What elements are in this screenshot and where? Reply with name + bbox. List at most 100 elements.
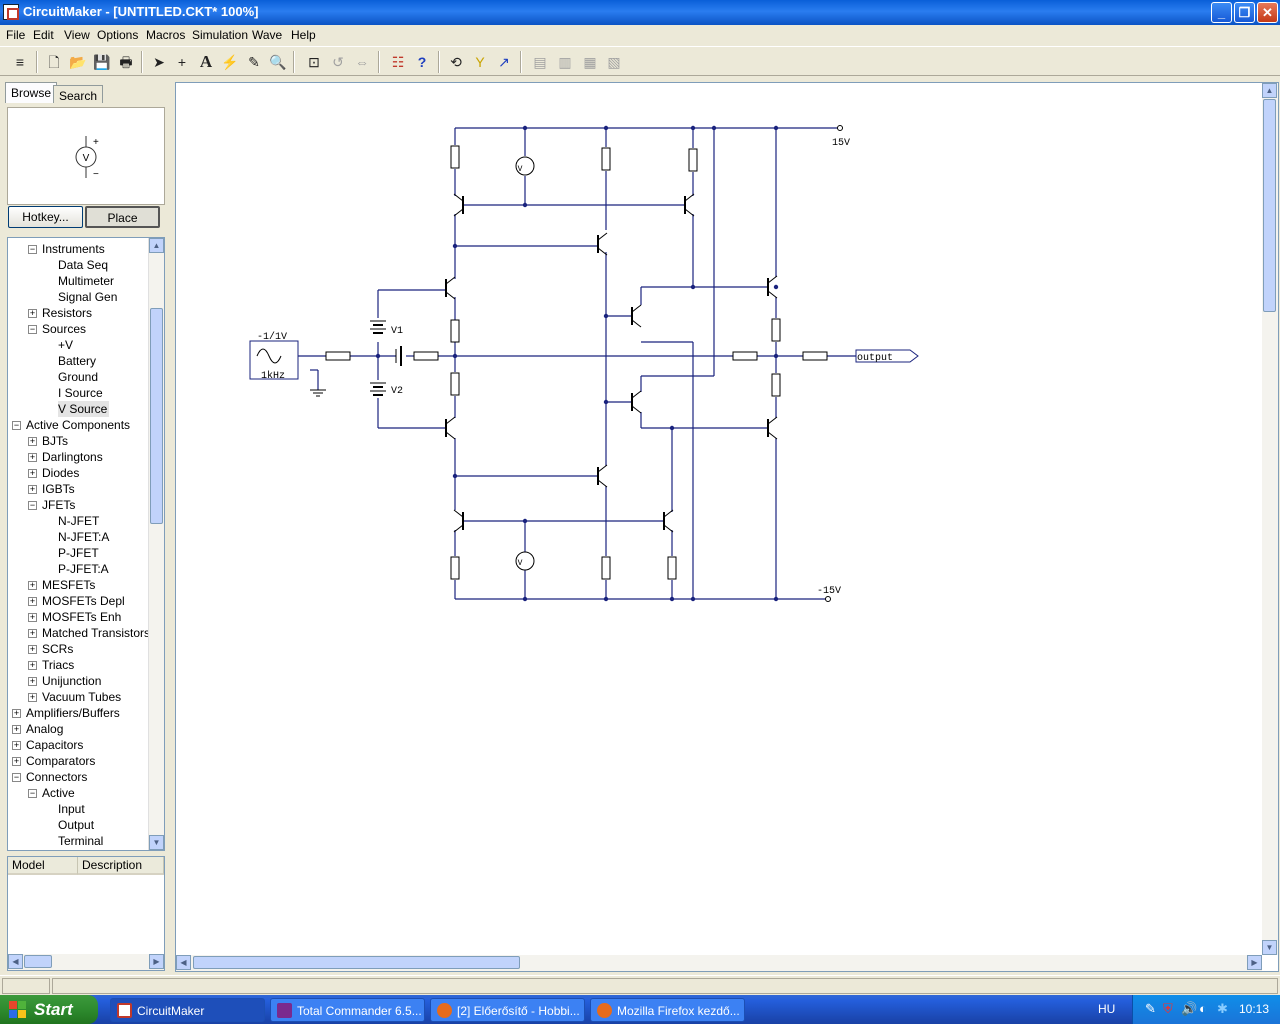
tree-item[interactable]: Vacuum Tubes — [42, 689, 123, 705]
scroll-thumb[interactable] — [1263, 99, 1276, 312]
tree-item[interactable]: Diodes — [42, 465, 81, 481]
tree-item[interactable]: MOSFETs Enh — [42, 609, 123, 625]
tree-item[interactable]: N-JFET:A — [58, 529, 111, 545]
tree-item[interactable]: +V — [58, 337, 75, 353]
tree-item[interactable]: Data Seq — [58, 257, 110, 273]
expand-icon[interactable]: + — [28, 645, 37, 654]
menu-macros[interactable]: Macros — [146, 28, 185, 42]
close-button[interactable]: ✕ — [1257, 2, 1278, 23]
expand-icon[interactable]: + — [28, 661, 37, 670]
tree-item[interactable]: BJTs — [42, 433, 70, 449]
expand-icon[interactable]: + — [28, 437, 37, 446]
tree-item[interactable]: V Source — [58, 401, 110, 417]
tree-item[interactable]: JFETs — [42, 497, 77, 513]
transistor[interactable] — [684, 193, 695, 217]
expand-icon[interactable]: + — [28, 309, 37, 318]
collapse-icon[interactable]: − — [28, 789, 37, 798]
column-model[interactable]: Model — [8, 857, 78, 875]
scroll-thumb[interactable] — [150, 308, 163, 524]
tree-item[interactable]: Comparators — [26, 753, 97, 769]
expand-icon[interactable]: + — [28, 597, 37, 606]
collapse-icon[interactable]: − — [28, 325, 37, 334]
transistor[interactable] — [445, 416, 456, 440]
menu-help[interactable]: Help — [291, 28, 316, 42]
tree-item[interactable]: Analog — [26, 721, 65, 737]
pen-tool-icon[interactable]: ✎ — [244, 52, 264, 72]
tree-item[interactable]: Battery — [58, 353, 98, 369]
scroll-down-icon[interactable]: ▼ — [149, 835, 164, 850]
battery-icon[interactable] — [370, 320, 386, 334]
tree-item[interactable]: Resistors — [42, 305, 94, 321]
language-indicator[interactable]: HU — [1098, 1002, 1115, 1016]
print-icon[interactable]: 🖶 — [116, 52, 136, 72]
clock[interactable]: 10:13 — [1239, 1002, 1269, 1016]
help-icon[interactable]: ? — [412, 52, 432, 72]
tree-item[interactable]: Matched Transistors — [42, 625, 152, 641]
probe-tool-icon[interactable]: ⚡ — [220, 52, 240, 72]
table-hscrollbar[interactable]: ◀ ▶ — [8, 954, 164, 970]
tree-item[interactable]: Output — [58, 817, 96, 833]
expand-icon[interactable]: + — [28, 677, 37, 686]
schematic-canvas[interactable]: -1/1V 1kHz V1 V2 15V -15V output V V ▲ ▼… — [175, 82, 1279, 972]
task-firefox-hobbi[interactable]: [2] Előerősítő - Hobbi... — [430, 998, 585, 1022]
battery-icon[interactable] — [370, 382, 386, 396]
tree-item[interactable]: SCRs — [42, 641, 75, 657]
open-folder-icon[interactable]: 📂 — [68, 52, 88, 72]
transistor[interactable] — [767, 416, 778, 440]
collapse-icon[interactable]: − — [28, 245, 37, 254]
collapse-icon[interactable]: − — [12, 773, 21, 782]
tree-item[interactable]: MESFETs — [42, 577, 97, 593]
rotate-icon[interactable]: ↺ — [328, 52, 348, 72]
step-icon[interactable]: Y — [470, 52, 490, 72]
transistor[interactable] — [453, 193, 464, 217]
schematic-drawing[interactable]: -1/1V 1kHz V1 V2 15V -15V output V V — [176, 83, 1278, 971]
column-description[interactable]: Description — [78, 857, 164, 875]
tree-item[interactable]: N-JFET — [58, 513, 101, 529]
design-check-icon[interactable]: ☷ — [388, 52, 408, 72]
menu-edit[interactable]: Edit — [33, 28, 54, 42]
expand-icon[interactable]: + — [12, 709, 21, 718]
scroll-left-icon[interactable]: ◀ — [176, 955, 191, 970]
tree-item[interactable]: Connectors — [26, 769, 89, 785]
tree-item[interactable]: IGBTs — [42, 481, 77, 497]
task-circuitmaker[interactable]: CircuitMaker — [110, 998, 265, 1022]
expand-icon[interactable]: + — [28, 485, 37, 494]
app-icon[interactable] — [3, 4, 19, 20]
expand-icon[interactable]: + — [12, 757, 21, 766]
canvas-vscrollbar[interactable]: ▲ ▼ — [1262, 83, 1278, 955]
shield-icon[interactable]: ⛨ — [1163, 1001, 1173, 1017]
menu-options[interactable]: Options — [97, 28, 138, 42]
tree-item[interactable]: Input — [58, 801, 87, 817]
new-file-icon[interactable]: 🗋 — [44, 52, 64, 72]
tree-item[interactable]: Terminal — [58, 833, 105, 849]
scroll-up-icon[interactable]: ▲ — [149, 238, 164, 253]
expand-icon[interactable]: + — [12, 741, 21, 750]
place-button[interactable]: Place — [85, 206, 160, 228]
transistor[interactable] — [597, 232, 608, 256]
menu-simulation[interactable]: Simulation — [192, 28, 248, 42]
macro-2-icon[interactable]: ▥ — [555, 52, 575, 72]
canvas-hscrollbar[interactable]: ◀ ▶ — [176, 955, 1262, 971]
tree-item[interactable]: Capacitors — [26, 737, 85, 753]
minimize-button[interactable]: _ — [1211, 2, 1232, 23]
volume-icon[interactable]: 🔊 — [1181, 1001, 1197, 1017]
collapse-icon[interactable]: − — [28, 501, 37, 510]
scroll-right-icon[interactable]: ▶ — [149, 954, 164, 969]
transistor[interactable] — [597, 464, 608, 488]
wire-tool-icon[interactable]: + — [172, 52, 192, 72]
expand-icon[interactable]: + — [12, 725, 21, 734]
mirror-icon[interactable]: ⇔ — [352, 52, 372, 72]
save-icon[interactable]: 💾 — [92, 52, 112, 72]
tab-browse[interactable]: Browse — [5, 82, 58, 103]
expand-icon[interactable]: + — [28, 453, 37, 462]
zoom-icon[interactable]: 🔍 — [268, 52, 288, 72]
macro-4-icon[interactable]: ▧ — [604, 52, 624, 72]
tree-item[interactable]: Ground — [58, 369, 100, 385]
transistor[interactable] — [631, 390, 642, 414]
macro-1-icon[interactable]: ▤ — [530, 52, 550, 72]
tree-item[interactable]: I Source — [58, 385, 105, 401]
h-scroll-thumb[interactable] — [24, 955, 52, 968]
fit-view-icon[interactable]: ⊡ — [304, 52, 324, 72]
expand-icon[interactable]: + — [28, 613, 37, 622]
tree-item[interactable]: Active Components — [26, 417, 132, 433]
